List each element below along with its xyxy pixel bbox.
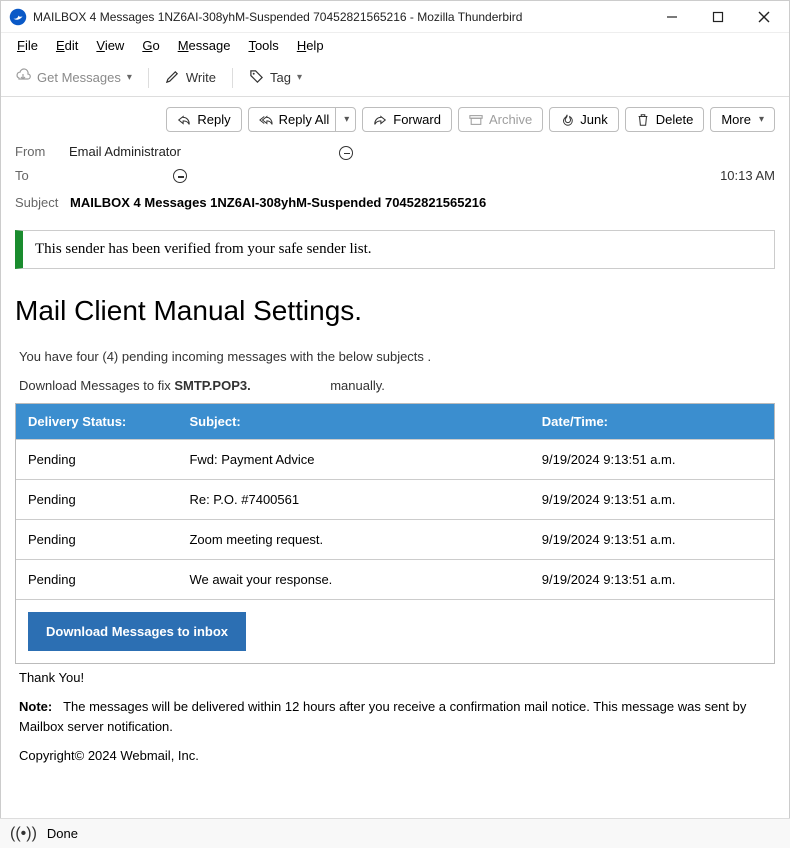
redacted-sender bbox=[185, 144, 329, 159]
reply-all-dropdown[interactable]: ▾ bbox=[335, 107, 356, 132]
safe-sender-banner: This sender has been verified from your … bbox=[15, 230, 775, 269]
tag-label: Tag bbox=[270, 70, 291, 85]
menu-bar: File Edit View Go Message Tools Help bbox=[1, 33, 789, 59]
title-bar: MAILBOX 4 Messages 1NZ6AI-308yhM-Suspend… bbox=[1, 1, 789, 33]
more-button[interactable]: More ▾ bbox=[710, 107, 775, 132]
separator bbox=[148, 68, 149, 88]
reply-all-icon bbox=[259, 113, 273, 127]
table-row: Pending Fwd: Payment Advice 9/19/2024 9:… bbox=[16, 439, 774, 479]
separator bbox=[232, 68, 233, 88]
pending-intro: You have four (4) pending incoming messa… bbox=[15, 345, 775, 374]
thank-you: Thank You! bbox=[15, 664, 775, 697]
archive-label: Archive bbox=[489, 112, 532, 127]
pending-messages-table: Delivery Status: Subject: Date/Time: Pen… bbox=[15, 403, 775, 664]
col-date: Date/Time: bbox=[542, 414, 762, 429]
menu-view[interactable]: View bbox=[88, 36, 132, 55]
contact-indicator-icon bbox=[339, 146, 353, 160]
redacted-recipient bbox=[69, 168, 163, 183]
forward-button[interactable]: Forward bbox=[362, 107, 452, 132]
menu-go[interactable]: Go bbox=[134, 36, 167, 55]
window-title: MAILBOX 4 Messages 1NZ6AI-308yhM-Suspend… bbox=[33, 10, 649, 24]
archive-icon bbox=[469, 113, 483, 127]
message-actions: Reply Reply All ▾ Forward Archive Junk D… bbox=[15, 103, 775, 140]
reply-all-label: Reply All bbox=[279, 112, 330, 127]
menu-edit[interactable]: Edit bbox=[48, 36, 86, 55]
to-row: To 10:13 AM bbox=[15, 164, 775, 188]
table-row: Pending Zoom meeting request. 9/19/2024 … bbox=[16, 519, 774, 559]
banner-text: This sender has been verified from your … bbox=[35, 241, 372, 258]
menu-tools[interactable]: Tools bbox=[240, 36, 286, 55]
subject-value: MAILBOX 4 Messages 1NZ6AI-308yhM-Suspend… bbox=[70, 195, 486, 210]
junk-button[interactable]: Junk bbox=[549, 107, 618, 132]
tag-button[interactable]: Tag ▾ bbox=[245, 67, 306, 89]
flame-icon bbox=[560, 113, 574, 127]
archive-button[interactable]: Archive bbox=[458, 107, 543, 132]
table-row: Pending Re: P.O. #7400561 9/19/2024 9:13… bbox=[16, 479, 774, 519]
col-status: Delivery Status: bbox=[28, 414, 189, 429]
forward-label: Forward bbox=[393, 112, 441, 127]
more-label: More bbox=[721, 112, 751, 127]
table-row: Pending We await your response. 9/19/202… bbox=[16, 559, 774, 599]
chevron-down-icon: ▾ bbox=[297, 72, 302, 83]
menu-help[interactable]: Help bbox=[289, 36, 332, 55]
forward-icon bbox=[373, 113, 387, 127]
to-label: To bbox=[15, 168, 69, 183]
subject-row: Subject MAILBOX 4 Messages 1NZ6AI-308yhM… bbox=[15, 187, 775, 226]
menu-file[interactable]: File bbox=[9, 36, 46, 55]
reply-label: Reply bbox=[197, 112, 230, 127]
to-value bbox=[69, 168, 720, 184]
write-label: Write bbox=[186, 70, 216, 85]
connection-icon[interactable]: ((•)) bbox=[10, 825, 37, 843]
chevron-down-icon: ▾ bbox=[127, 72, 132, 83]
tag-icon bbox=[249, 69, 264, 87]
received-time: 10:13 AM bbox=[720, 168, 775, 183]
delete-button[interactable]: Delete bbox=[625, 107, 705, 132]
chevron-down-icon: ▾ bbox=[344, 114, 349, 125]
contact-indicator-icon bbox=[173, 169, 187, 183]
download-cloud-icon bbox=[15, 68, 31, 87]
minimize-button[interactable] bbox=[649, 1, 695, 33]
maximize-button[interactable] bbox=[695, 1, 741, 33]
download-instruction: Download Messages to fix SMTP.POP3. manu… bbox=[15, 374, 775, 403]
status-text: Done bbox=[47, 826, 78, 841]
status-bar: ((•)) Done bbox=[0, 818, 790, 848]
download-messages-button[interactable]: Download Messages to inbox bbox=[28, 612, 246, 651]
pencil-icon bbox=[165, 69, 180, 87]
junk-label: Junk bbox=[580, 112, 607, 127]
redacted-server bbox=[254, 378, 326, 393]
from-value: Email Administrator bbox=[69, 144, 775, 160]
chevron-down-icon: ▾ bbox=[759, 114, 764, 125]
table-header: Delivery Status: Subject: Date/Time: bbox=[16, 404, 774, 439]
trash-icon bbox=[636, 113, 650, 127]
col-subject: Subject: bbox=[189, 414, 541, 429]
thunderbird-icon bbox=[9, 8, 27, 26]
get-messages-button[interactable]: Get Messages ▾ bbox=[11, 66, 136, 89]
reply-all-button[interactable]: Reply All bbox=[248, 107, 336, 132]
from-label: From bbox=[15, 144, 69, 159]
reply-icon bbox=[177, 113, 191, 127]
reply-button[interactable]: Reply bbox=[166, 107, 241, 132]
copyright: Copyright© 2024 Webmail, Inc. bbox=[15, 748, 775, 771]
close-button[interactable] bbox=[741, 1, 787, 33]
menu-message[interactable]: Message bbox=[170, 36, 239, 55]
body-title: Mail Client Manual Settings. bbox=[15, 287, 775, 345]
write-button[interactable]: Write bbox=[161, 67, 220, 89]
main-toolbar: Get Messages ▾ Write Tag ▾ bbox=[1, 59, 789, 97]
from-row: From Email Administrator bbox=[15, 140, 775, 164]
delete-label: Delete bbox=[656, 112, 694, 127]
get-messages-label: Get Messages bbox=[37, 70, 121, 85]
note-text: Note: The messages will be delivered wit… bbox=[15, 697, 775, 748]
subject-label: Subject bbox=[15, 195, 58, 210]
